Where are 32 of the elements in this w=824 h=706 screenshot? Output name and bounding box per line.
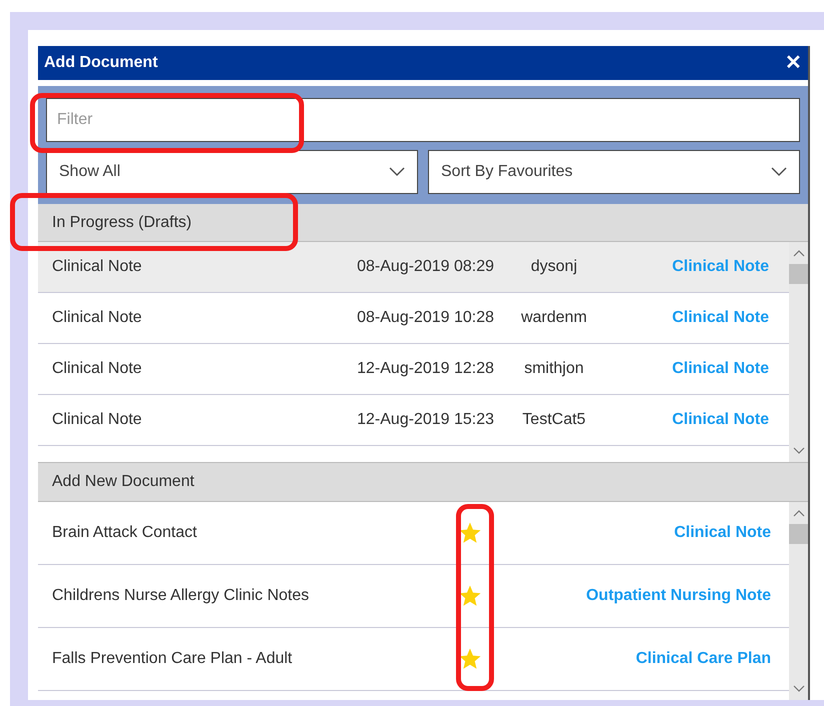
star-icon[interactable] <box>458 584 482 608</box>
document-author: smithjon <box>523 360 585 378</box>
dropdown[interactable]: Show All <box>46 150 418 194</box>
section-title: In Progress (Drafts) <box>52 214 192 232</box>
document-name: Childrens Nurse Allergy Clinic Notes <box>52 586 310 605</box>
close-button[interactable]: ✕ <box>785 52 802 73</box>
filter-field[interactable]: Filter <box>46 98 800 142</box>
scrollbar[interactable] <box>789 242 808 462</box>
document-date: 08-Aug-2019 10:28 <box>356 309 494 328</box>
document-author: wardenm <box>520 309 588 328</box>
document-name: Brain Attack Contact <box>52 524 198 542</box>
chevron-down-icon <box>389 166 405 177</box>
document-author: TestCat5 <box>521 411 587 430</box>
draft-row[interactable]: Clinical Note 08-Aug-2019 08:29 dysonj Clinical Note <box>38 242 789 294</box>
chevron-down-icon <box>771 166 787 177</box>
document-name: Clinical Note <box>52 360 143 378</box>
scrollbar-thumb[interactable] <box>789 524 808 544</box>
document-date: 12-Aug-2019 12:28 <box>356 360 494 378</box>
star-icon[interactable] <box>458 646 482 671</box>
star-icon[interactable] <box>458 520 482 545</box>
document-author: dysonj <box>530 258 578 276</box>
scrollbar-thumb[interactable] <box>789 264 808 284</box>
document-name: Clinical Note <box>52 309 143 328</box>
document-name: Clinical Note <box>52 258 143 276</box>
document-name: Clinical Note <box>52 411 143 430</box>
document-date: 08-Aug-2019 08:29 <box>356 258 494 276</box>
document-date: 12-Aug-2019 15:23 <box>356 411 494 430</box>
scrollbar[interactable] <box>789 502 808 700</box>
document-name: Falls Prevention Care Plan - Adult <box>52 650 294 668</box>
dialog-title: Add Document <box>44 54 158 72</box>
section-title: Add New Document <box>52 473 194 492</box>
dropdown[interactable]: Sort By Favourites <box>428 150 800 194</box>
